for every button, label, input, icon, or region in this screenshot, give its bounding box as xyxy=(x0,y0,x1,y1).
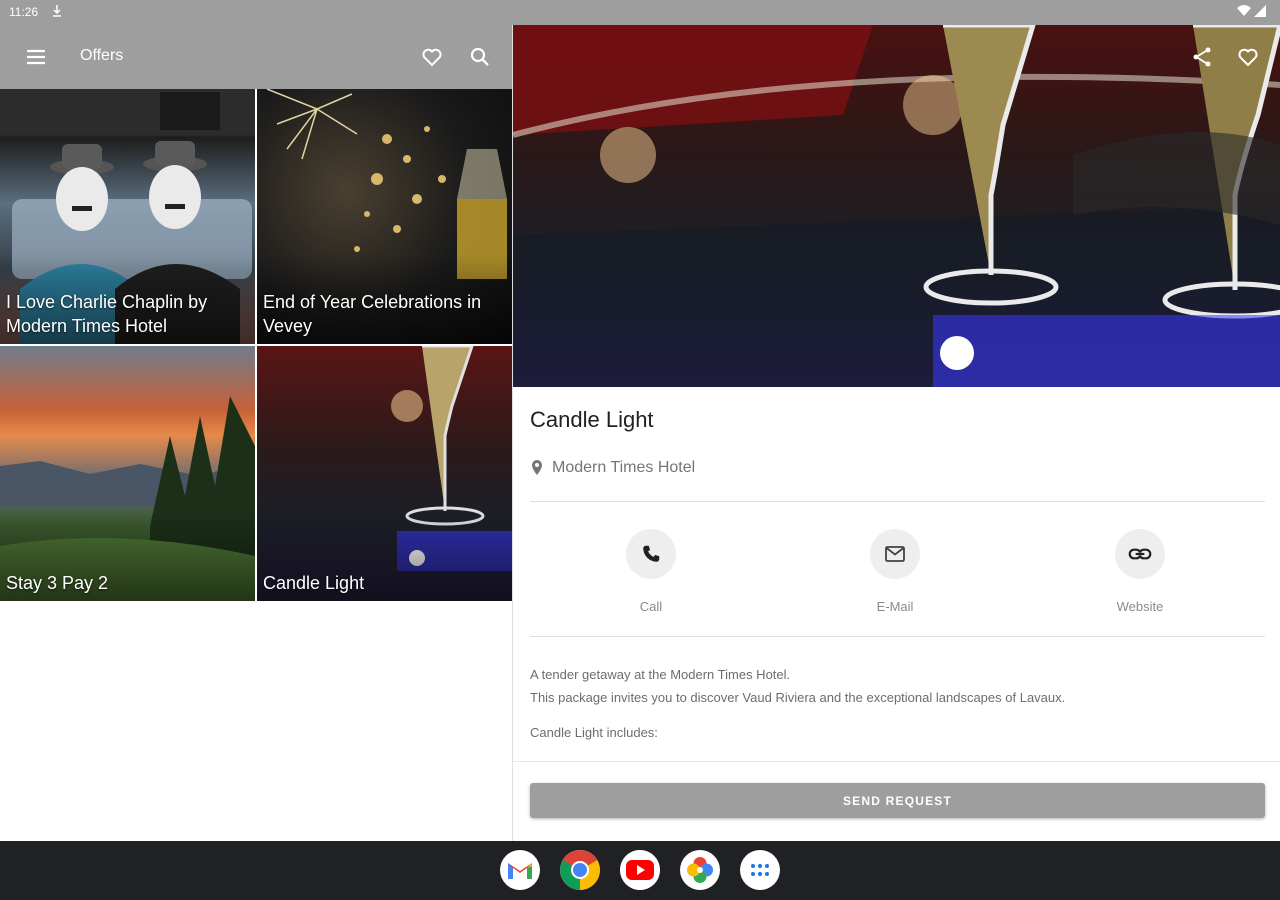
mail-icon xyxy=(870,529,920,579)
status-bar: 11:26 xyxy=(0,0,1280,25)
includes-heading: Candle Light includes: xyxy=(530,725,658,740)
divider xyxy=(530,636,1265,637)
offer-title: Candle Light xyxy=(530,407,654,432)
email-label: E-Mail xyxy=(876,599,914,614)
app-bar: Offers xyxy=(0,25,512,89)
offer-label: Stay 3 Pay 2 xyxy=(6,573,109,593)
offer-description: A tender getaway at the Modern Times Hot… xyxy=(530,663,1250,709)
gmail-icon[interactable] xyxy=(500,850,540,890)
description-line: A tender getaway at the Modern Times Hot… xyxy=(530,667,791,682)
app-dock xyxy=(500,850,780,890)
app-bar-title: Offers xyxy=(80,47,124,64)
website-label: Website xyxy=(1116,599,1164,614)
download-icon xyxy=(52,4,62,21)
offer-label: Candle Light xyxy=(263,573,365,593)
photos-icon[interactable] xyxy=(680,850,720,890)
send-request-button[interactable]: SEND REQUEST xyxy=(530,783,1265,818)
location-pin-icon xyxy=(532,460,542,475)
chrome-icon[interactable] xyxy=(560,850,600,890)
link-icon xyxy=(1115,529,1165,579)
favorites-heart-icon[interactable] xyxy=(420,45,444,69)
email-button[interactable]: E-Mail xyxy=(840,529,950,614)
youtube-icon[interactable] xyxy=(620,850,660,890)
offer-tile-candle-light[interactable]: Candle Light xyxy=(257,346,512,601)
hero-image xyxy=(513,25,1280,387)
divider xyxy=(530,501,1265,502)
menu-icon[interactable] xyxy=(24,45,48,69)
status-time: 11:26 xyxy=(9,5,39,19)
wifi-battery-icon xyxy=(1237,5,1266,17)
offer-detail: Candle Light Modern Times Hotel Call E-M… xyxy=(513,387,1280,841)
phone-icon xyxy=(626,529,676,579)
search-icon[interactable] xyxy=(468,45,492,69)
share-icon[interactable] xyxy=(1190,45,1214,69)
offers-grid: I Love Charlie Chaplin by Modern Times H… xyxy=(0,89,512,601)
call-button[interactable]: Call xyxy=(596,529,706,614)
offer-tile-end-of-year[interactable]: End of Year Celebrations in Vevey xyxy=(257,89,512,344)
favorite-heart-icon[interactable] xyxy=(1236,45,1260,69)
offer-label: End of Year Celebrations in Vevey xyxy=(263,292,482,336)
call-label: Call xyxy=(639,599,663,614)
divider xyxy=(513,761,1280,762)
offer-location[interactable]: Modern Times Hotel xyxy=(530,459,695,477)
description-line: This package invites you to discover Vau… xyxy=(530,690,1066,705)
location-label: Modern Times Hotel xyxy=(552,459,696,476)
offer-tile-stay-3-pay-2[interactable]: Stay 3 Pay 2 xyxy=(0,346,255,601)
system-icons xyxy=(1236,4,1268,21)
offer-tile-chaplin[interactable]: I Love Charlie Chaplin by Modern Times H… xyxy=(0,89,255,344)
app-launcher-icon[interactable] xyxy=(740,850,780,890)
website-button[interactable]: Website xyxy=(1085,529,1195,614)
offer-label: I Love Charlie Chaplin by Modern Times H… xyxy=(6,292,208,336)
